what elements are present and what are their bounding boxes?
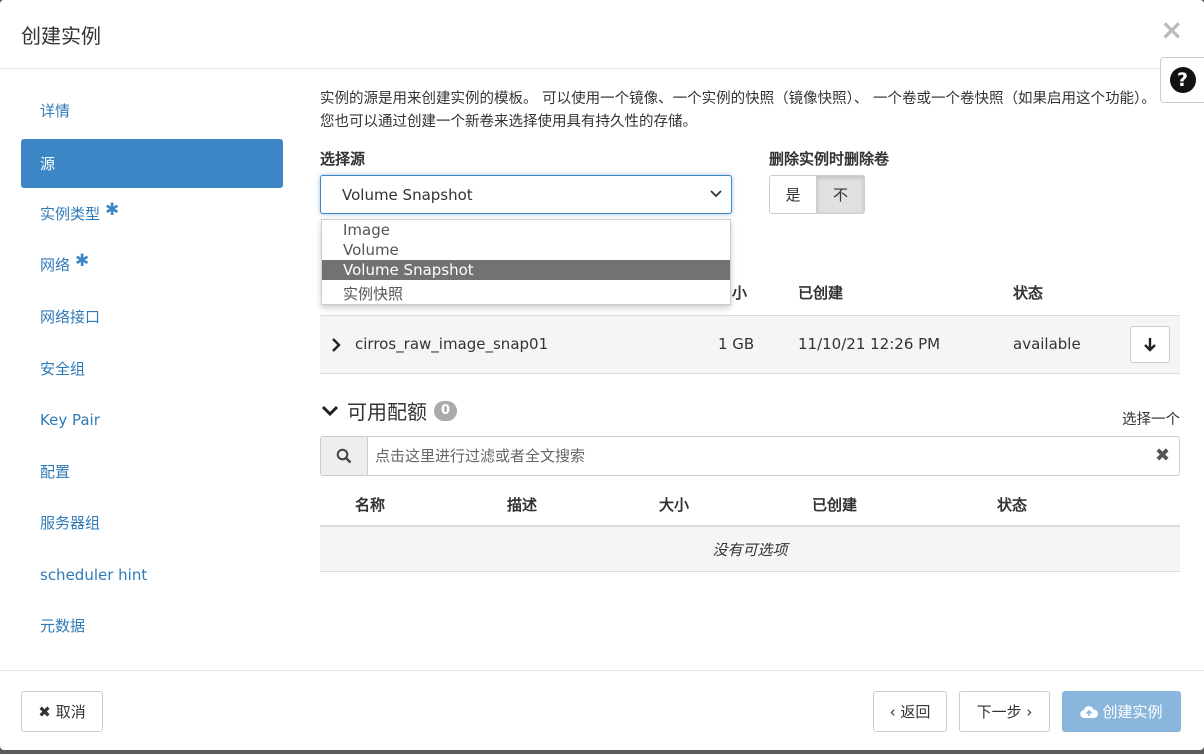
cancel-label: 取消: [55, 703, 86, 721]
header-size: 小: [732, 284, 748, 302]
header-status: 状态: [1013, 284, 1044, 302]
search-addon: [321, 437, 368, 475]
cloud-upload-icon: [1080, 705, 1099, 718]
row-status: available: [1013, 335, 1081, 353]
available-count-badge: 0: [434, 400, 458, 421]
sidebar-item-metadata[interactable]: 元数据: [21, 601, 283, 650]
sidebar-item-label: Key Pair: [40, 410, 100, 429]
chevron-down-icon: [710, 190, 722, 198]
close-icon[interactable]: ×: [1160, 16, 1183, 44]
header-size: 大小: [659, 496, 690, 514]
header-status: 状态: [997, 496, 1028, 514]
select-source-label: 选择源: [320, 150, 366, 168]
select-one-hint: 选择一个: [1122, 412, 1180, 428]
sidebar-item-server-groups[interactable]: 服务器组: [21, 498, 283, 547]
clear-search-icon[interactable]: ✖: [1155, 447, 1170, 465]
source-select-value: Volume Snapshot: [342, 185, 473, 204]
table-row: cirros_raw_image_snap01 1 GB 11/10/21 12…: [320, 315, 1180, 374]
source-select[interactable]: Volume Snapshot: [320, 175, 732, 214]
search-icon: [336, 448, 352, 464]
row-created: 11/10/21 12:26 PM: [798, 335, 941, 353]
cancel-button[interactable]: ✖ 取消: [21, 691, 103, 732]
sidebar-item-label: 详情: [40, 102, 71, 120]
row-name: cirros_raw_image_snap01: [355, 335, 549, 353]
sidebar-item-label: 实例类型: [40, 205, 101, 223]
delete-on-terminate-toggle: 是 不: [769, 175, 865, 214]
modal-header: 创建实例 ×: [0, 0, 1204, 69]
sidebar-item-label: 源: [40, 155, 56, 173]
chevron-down-icon: [321, 405, 339, 416]
required-asterisk-icon: ✱: [75, 250, 90, 271]
sidebar-item-details[interactable]: 详情: [21, 86, 283, 135]
sidebar-item-label: 网络: [40, 256, 71, 274]
sidebar-item-network-ports[interactable]: 网络接口: [21, 292, 283, 341]
source-description: 实例的源是用来创建实例的模板。 可以使用一个镜像、一个实例的快照（镜像快照）、 …: [320, 91, 1156, 130]
back-button[interactable]: ‹ 返回: [873, 691, 947, 732]
source-dropdown-list: Image Volume Volume Snapshot 实例快照: [321, 219, 731, 305]
search-bar: ✖: [320, 436, 1180, 476]
create-instance-modal: 创建实例 × ? 详情 源 实例类型 ✱ 网络 ✱ 网络接口 安全组 Key Pai…: [0, 0, 1204, 750]
header-description: 描述: [507, 496, 538, 514]
sidebar-item-security-groups[interactable]: 安全组: [21, 344, 283, 393]
available-section-toggle[interactable]: 可用配额 0: [320, 396, 458, 425]
question-icon: ?: [1169, 67, 1196, 93]
source-option-image[interactable]: Image: [322, 220, 730, 240]
create-instance-button[interactable]: 创建实例: [1062, 691, 1181, 732]
sidebar-item-key-pair[interactable]: Key Pair: [21, 395, 283, 444]
source-option-volume-snapshot[interactable]: Volume Snapshot: [322, 260, 730, 280]
arrow-down-icon: [1144, 337, 1156, 352]
empty-table-message: 没有可选项: [320, 527, 1180, 572]
header-created: 已创建: [798, 284, 844, 302]
source-option-volume[interactable]: Volume: [322, 240, 730, 260]
toggle-yes-button[interactable]: 是: [769, 175, 817, 214]
available-title: 可用配额: [347, 400, 427, 424]
search-input[interactable]: [369, 437, 1149, 475]
delete-volume-label: 删除实例时删除卷: [769, 150, 890, 168]
sidebar-item-scheduler-hint[interactable]: scheduler hint: [21, 550, 283, 599]
toggle-no-button[interactable]: 不: [817, 175, 865, 214]
row-size: 1 GB: [718, 335, 755, 353]
header-name: 名称: [355, 496, 386, 514]
required-asterisk-icon: ✱: [105, 199, 120, 220]
sidebar-item-label: 服务器组: [40, 514, 101, 532]
header-created: 已创建: [812, 496, 858, 514]
sidebar-item-label: scheduler hint: [40, 565, 148, 584]
sidebar-item-label: 安全组: [40, 360, 86, 378]
next-button[interactable]: 下一步 ›: [959, 691, 1050, 732]
deallocate-button[interactable]: [1130, 326, 1170, 363]
sidebar-item-label: 网络接口: [40, 308, 101, 326]
sidebar-item-configuration[interactable]: 配置: [21, 447, 283, 496]
modal-title: 创建实例: [21, 24, 101, 48]
sidebar-item-label: 配置: [40, 463, 71, 481]
chevron-right-icon[interactable]: [330, 337, 342, 353]
sidebar-item-label: 元数据: [40, 617, 86, 635]
sidebar-item-networks[interactable]: 网络 ✱: [21, 240, 283, 289]
sidebar-item-flavor[interactable]: 实例类型 ✱: [21, 189, 283, 238]
modal-footer: ✖ 取消 ‹ 返回 下一步 › 创建实例: [0, 670, 1204, 750]
source-option-instance-snapshot[interactable]: 实例快照: [322, 284, 730, 304]
sidebar-item-source[interactable]: 源: [21, 139, 283, 188]
close-icon: ✖: [38, 702, 51, 721]
create-instance-label: 创建实例: [1102, 703, 1163, 721]
